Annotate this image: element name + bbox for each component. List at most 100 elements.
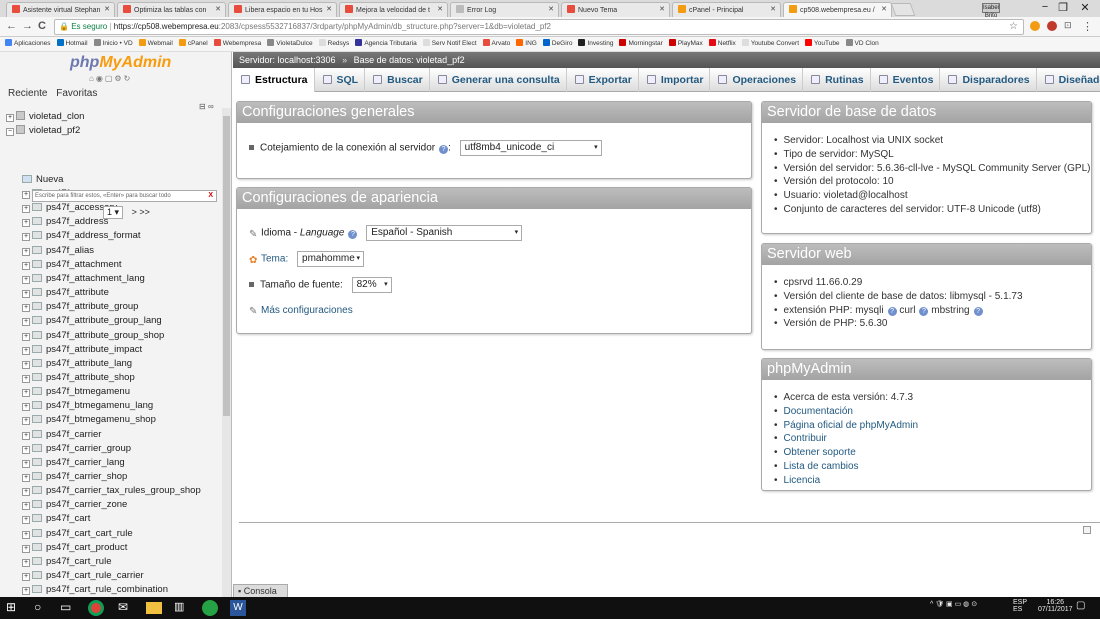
- cast-icon[interactable]: ⊡: [1064, 20, 1072, 31]
- pma-link[interactable]: Lista de cambios: [784, 461, 859, 472]
- tab-sql[interactable]: SQL: [315, 68, 366, 92]
- theme-link[interactable]: Tema:: [261, 254, 288, 265]
- expand-icon[interactable]: +: [22, 474, 30, 482]
- close-window-button[interactable]: ✕: [1070, 1, 1100, 14]
- expand-icon[interactable]: +: [22, 318, 30, 327]
- logout-icon[interactable]: ◉: [96, 74, 105, 83]
- file-explorer-icon[interactable]: [146, 602, 162, 614]
- expand-icon[interactable]: +: [22, 403, 30, 412]
- help-icon[interactable]: ?: [348, 229, 358, 239]
- bookmark-item[interactable]: YouTube: [805, 37, 840, 51]
- new-table-link[interactable]: Nueva: [22, 173, 63, 187]
- table-node[interactable]: + ps47f_cart_rule_carrier: [22, 569, 144, 583]
- browser-tab[interactable]: Nuevo Tema ✕: [561, 2, 670, 17]
- page-select[interactable]: 1 ▾: [103, 206, 124, 219]
- table-node[interactable]: + ps47f_attribute: [22, 286, 109, 300]
- bookmark-item[interactable]: Investing: [578, 37, 613, 51]
- help-icon[interactable]: ?: [919, 306, 929, 316]
- bookmark-item[interactable]: Arvato: [482, 37, 510, 51]
- forward-button[interactable]: →: [22, 20, 33, 32]
- menu-dots-icon[interactable]: ⋮: [1082, 20, 1093, 33]
- browser-tab[interactable]: cPanel - Principal ✕: [672, 2, 781, 17]
- tab-generar-una-consulta[interactable]: Generar una consulta: [430, 68, 567, 92]
- expand-icon[interactable]: +: [22, 290, 30, 299]
- expand-icon[interactable]: +: [22, 332, 30, 341]
- clock[interactable]: 16:26 07/11/2017: [1038, 599, 1073, 613]
- table-node[interactable]: + ps47f_attribute_impact: [22, 343, 142, 357]
- browser-tab[interactable]: Libera espacio en tu Hos ✕: [228, 2, 337, 17]
- url-input[interactable]: 🔒 Es seguro | https://cp508.webempresa.e…: [54, 19, 1024, 35]
- more-settings-link[interactable]: Más configuraciones: [261, 305, 353, 316]
- bookmark-item[interactable]: Redsys: [318, 37, 349, 51]
- bookmark-item[interactable]: DeGiro: [542, 37, 572, 51]
- back-button[interactable]: ←: [6, 20, 17, 32]
- table-node[interactable]: + ps47f_attribute_group_shop: [22, 329, 164, 343]
- nav-scrollbar[interactable]: [222, 108, 231, 597]
- table-node[interactable]: + ps47f_carrier_lang: [22, 456, 125, 470]
- table-node[interactable]: + ps47f_cart_cart_rule: [22, 527, 133, 541]
- expand-icon[interactable]: +: [22, 219, 30, 228]
- table-node[interactable]: + ps47f_cart_product: [22, 541, 127, 555]
- browser-tab[interactable]: Error Log ✕: [450, 2, 559, 17]
- tab-disparadores[interactable]: Disparadores: [940, 68, 1037, 92]
- table-node[interactable]: + ps47f_address_format: [22, 229, 141, 243]
- expand-icon[interactable]: +: [22, 346, 30, 355]
- tab-estructura[interactable]: Estructura: [233, 68, 315, 92]
- table-node[interactable]: + ps47f_cart_rule_combination: [22, 583, 168, 597]
- bookmark-item[interactable]: Serv Notif Elect: [422, 37, 477, 51]
- tab-diseñador[interactable]: Diseñador: [1037, 68, 1100, 92]
- browser-tab[interactable]: Asistente virtual Stephan ✕: [6, 2, 115, 17]
- bookmark-star-icon[interactable]: ☆: [1009, 20, 1018, 34]
- table-node[interactable]: + ps47f_btmegamenu_shop: [22, 413, 156, 427]
- tab-buscar[interactable]: Buscar: [365, 68, 430, 92]
- word-icon[interactable]: W: [230, 600, 246, 616]
- bookmark-item[interactable]: Inicio • VD: [93, 37, 133, 51]
- expand-icon[interactable]: +: [22, 374, 30, 383]
- expand-icon[interactable]: +: [22, 459, 30, 468]
- help-icon[interactable]: ?: [887, 306, 897, 316]
- settings-icon[interactable]: ⚙: [114, 74, 123, 83]
- tab-rutinas[interactable]: Rutinas: [803, 68, 871, 92]
- clear-filter-icon[interactable]: X: [208, 191, 213, 201]
- server-breadcrumb[interactable]: Servidor: localhost:3306: [239, 55, 336, 65]
- expand-icon[interactable]: +: [6, 114, 14, 122]
- bookmark-item[interactable]: Webempresa: [213, 37, 261, 51]
- tab-eventos[interactable]: Eventos: [871, 68, 941, 92]
- expand-icon[interactable]: +: [22, 304, 30, 313]
- collapse-link-icons[interactable]: ⊟ ∞: [199, 102, 214, 111]
- table-node[interactable]: + ps47f_attribute_lang: [22, 357, 132, 371]
- link-icon[interactable]: ∞: [208, 102, 214, 111]
- pma-link[interactable]: Contribuir: [784, 433, 827, 444]
- table-node[interactable]: + ps47f_attachment_lang: [22, 272, 145, 286]
- tab-exportar[interactable]: Exportar: [567, 68, 639, 92]
- expand-icon[interactable]: −: [6, 128, 14, 136]
- close-tab-icon[interactable]: ✕: [770, 5, 776, 13]
- expand-icon[interactable]: +: [22, 389, 30, 398]
- phpmyadmin-logo[interactable]: phpMyAdmin: [70, 54, 171, 72]
- table-node[interactable]: + ps47f_attachment: [22, 258, 122, 272]
- table-node[interactable]: + ps47f_carrier: [22, 428, 101, 442]
- bookmark-item[interactable]: Agencia Tributaria: [355, 37, 417, 51]
- tab-importar[interactable]: Importar: [639, 68, 711, 92]
- new-tab-button[interactable]: [890, 3, 916, 16]
- database-breadcrumb[interactable]: Base de datos: violetad_pf2: [354, 55, 465, 65]
- scroll-thumb[interactable]: [223, 116, 230, 416]
- console-tab[interactable]: ▪ Consola: [233, 584, 288, 597]
- library-icon[interactable]: ▥: [174, 600, 190, 616]
- expand-icon[interactable]: +: [22, 587, 30, 596]
- bookmark-item[interactable]: VD Clon: [845, 37, 879, 51]
- bookmark-item[interactable]: Netflix: [708, 37, 736, 51]
- close-tab-icon[interactable]: ✕: [881, 5, 887, 13]
- expand-icon[interactable]: +: [22, 488, 30, 497]
- windows-start-icon[interactable]: ⊞: [6, 600, 22, 616]
- help-icon[interactable]: ?: [439, 144, 449, 154]
- task-view-icon[interactable]: ▭: [60, 600, 76, 616]
- database-node[interactable]: − violetad_pf2: [6, 124, 80, 138]
- home-icon[interactable]: ⌂: [89, 74, 96, 83]
- docs-icon[interactable]: ▢: [105, 74, 115, 83]
- bookmark-item[interactable]: Hotmail: [56, 37, 88, 51]
- collation-select[interactable]: utf8mb4_unicode_ci ▾: [459, 140, 602, 156]
- mail-icon[interactable]: ✉: [118, 600, 134, 616]
- expand-icon[interactable]: +: [22, 516, 30, 525]
- table-node[interactable]: + ps47f_carrier_group: [22, 442, 131, 456]
